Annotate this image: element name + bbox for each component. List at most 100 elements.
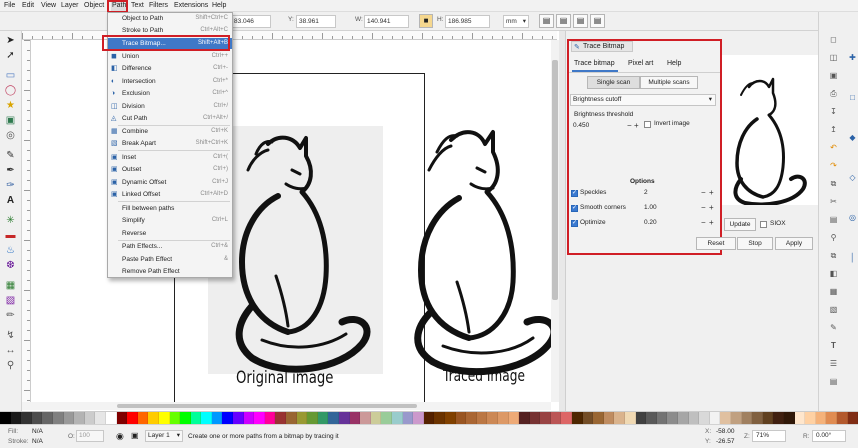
gradient-tool-icon[interactable]: ▦	[4, 279, 17, 292]
export-icon[interactable]: ↥	[828, 124, 839, 135]
color-swatch[interactable]	[201, 412, 212, 424]
menu-item-path-effects[interactable]: Path Effects... Ctrl+&	[108, 241, 232, 252]
color-swatch[interactable]	[593, 412, 604, 424]
color-swatch[interactable]	[487, 412, 498, 424]
siox-checkbox[interactable]	[760, 221, 767, 228]
color-swatch[interactable]	[783, 412, 795, 424]
optimize-decrease-icon[interactable]: −	[701, 218, 706, 227]
node-tool-icon[interactable]: ➚	[4, 49, 17, 62]
color-swatch[interactable]	[709, 412, 721, 424]
tab-trace-bitmap[interactable]: Trace bitmap	[574, 59, 615, 69]
menu-item-union[interactable]: ◼ Union Ctrl++	[108, 51, 232, 62]
color-swatch[interactable]	[730, 412, 742, 424]
invert-image-checkbox[interactable]	[644, 121, 651, 128]
menu-item-inset[interactable]: ▣ Inset Ctrl+(	[108, 152, 232, 163]
h-field[interactable]: 186.985	[445, 15, 490, 28]
snap-enable-icon[interactable]: ✚	[847, 52, 858, 63]
color-swatch[interactable]	[381, 412, 392, 424]
connector-tool-icon[interactable]: ↯	[4, 329, 17, 342]
spray-tool-icon[interactable]: ✳	[4, 214, 17, 227]
color-swatch[interactable]	[476, 412, 488, 424]
menu-item-dynamic-offset[interactable]: ▣ Dynamic Offset Ctrl+J	[108, 177, 232, 188]
menu-item-paste-path-effect[interactable]: Paste Path Effect &	[108, 254, 232, 265]
color-swatch[interactable]	[836, 412, 848, 424]
group-icon[interactable]: ▦	[828, 286, 839, 297]
color-swatch[interactable]	[10, 412, 22, 424]
layers-icon[interactable]: ☰	[828, 358, 839, 369]
text-tool-icon[interactable]: A	[4, 194, 17, 207]
color-swatch[interactable]	[63, 412, 75, 424]
rotation-field[interactable]: 0.00°	[812, 430, 846, 442]
color-swatch[interactable]	[137, 412, 149, 424]
x-field[interactable]: 83.046	[231, 15, 271, 28]
clone-icon[interactable]: ◧	[828, 268, 839, 279]
stroke-value[interactable]: N/A	[32, 438, 43, 445]
color-swatch[interactable]	[95, 412, 106, 424]
color-swatch[interactable]	[529, 412, 541, 424]
ungroup-icon[interactable]: ▧	[828, 304, 839, 315]
color-swatch[interactable]	[211, 412, 223, 424]
color-swatch[interactable]	[667, 412, 678, 424]
color-swatch[interactable]	[105, 412, 117, 424]
color-swatch[interactable]	[360, 412, 371, 424]
transform-gradient-button[interactable]: ▤	[573, 14, 588, 28]
color-swatch[interactable]	[370, 412, 382, 424]
smooth-increase-icon[interactable]: +	[709, 203, 714, 212]
menu-item-reverse[interactable]: Reverse	[108, 228, 232, 239]
undo-icon[interactable]: ↶	[828, 142, 839, 153]
speckles-checkbox[interactable]: ✓	[571, 190, 578, 197]
text-font-icon[interactable]: T	[828, 340, 839, 351]
color-swatch[interactable]	[656, 412, 668, 424]
lock-ratio-button[interactable]: ■	[419, 14, 433, 28]
original-bitmap[interactable]	[208, 126, 383, 374]
menu-item-division[interactable]: ◫ Division Ctrl+/	[108, 101, 232, 112]
color-swatch[interactable]	[805, 412, 816, 424]
menu-item-outset[interactable]: ▣ Outset Ctrl+)	[108, 164, 232, 175]
duplicate-icon[interactable]: ⧉	[828, 250, 839, 261]
color-swatch[interactable]	[402, 412, 414, 424]
w-field[interactable]: 140.941	[364, 15, 409, 28]
color-swatch[interactable]	[391, 412, 403, 424]
menu-layer[interactable]: Layer	[61, 1, 79, 11]
color-swatch[interactable]	[254, 412, 265, 424]
panel-title-tab[interactable]: ✎ Trace Bitmap	[571, 41, 633, 52]
color-swatch[interactable]	[148, 412, 159, 424]
color-swatch[interactable]	[233, 412, 244, 424]
color-swatch[interactable]	[497, 412, 509, 424]
smooth-corners-field[interactable]: 1.00	[641, 202, 699, 213]
y-field[interactable]: 38.961	[296, 15, 336, 28]
color-swatch[interactable]	[222, 412, 234, 424]
snap-nodes-icon[interactable]: ◆	[847, 132, 858, 143]
new-document-icon[interactable]: ◻	[828, 34, 839, 45]
color-swatch[interactable]	[31, 412, 43, 424]
stop-button[interactable]: Stop	[737, 237, 773, 250]
color-swatch[interactable]	[603, 412, 615, 424]
measure-tool-icon[interactable]: ↔	[4, 344, 17, 357]
multiple-scans-button[interactable]: Multiple scans	[640, 76, 698, 89]
open-icon[interactable]: ◫	[828, 52, 839, 63]
pencil-tool-icon[interactable]: ✎	[4, 149, 17, 162]
save-icon[interactable]: ▣	[828, 70, 839, 81]
threshold-field[interactable]: 0.450	[570, 120, 626, 131]
menu-item-simplify[interactable]: Simplify Ctrl+L	[108, 215, 232, 226]
color-swatch[interactable]	[21, 412, 32, 424]
tweak-tool-icon[interactable]: ❆	[4, 259, 17, 272]
menu-help[interactable]: Help	[212, 1, 226, 11]
menu-item-object-to-path[interactable]: Object to Path Shift+Ctrl+C	[108, 13, 232, 24]
color-swatch[interactable]	[519, 412, 530, 424]
menu-item-cut-path[interactable]: ◬ Cut Path Ctrl+Alt+/	[108, 113, 232, 124]
color-swatch[interactable]	[349, 412, 361, 424]
color-swatch[interactable]	[434, 412, 445, 424]
color-swatch[interactable]	[243, 412, 255, 424]
color-swatch[interactable]	[444, 412, 456, 424]
optimize-field[interactable]: 0.20	[641, 217, 699, 228]
color-swatch[interactable]	[127, 412, 138, 424]
unit-select[interactable]: mm ▾	[503, 15, 529, 28]
menu-view[interactable]: View	[41, 1, 56, 11]
color-swatch[interactable]	[773, 412, 784, 424]
eraser-tool-icon[interactable]: ▬	[4, 229, 17, 242]
cut-icon[interactable]: ✂	[828, 196, 839, 207]
color-swatch[interactable]	[678, 412, 689, 424]
color-swatch[interactable]	[42, 412, 53, 424]
eye-icon[interactable]: ◉	[116, 431, 124, 442]
